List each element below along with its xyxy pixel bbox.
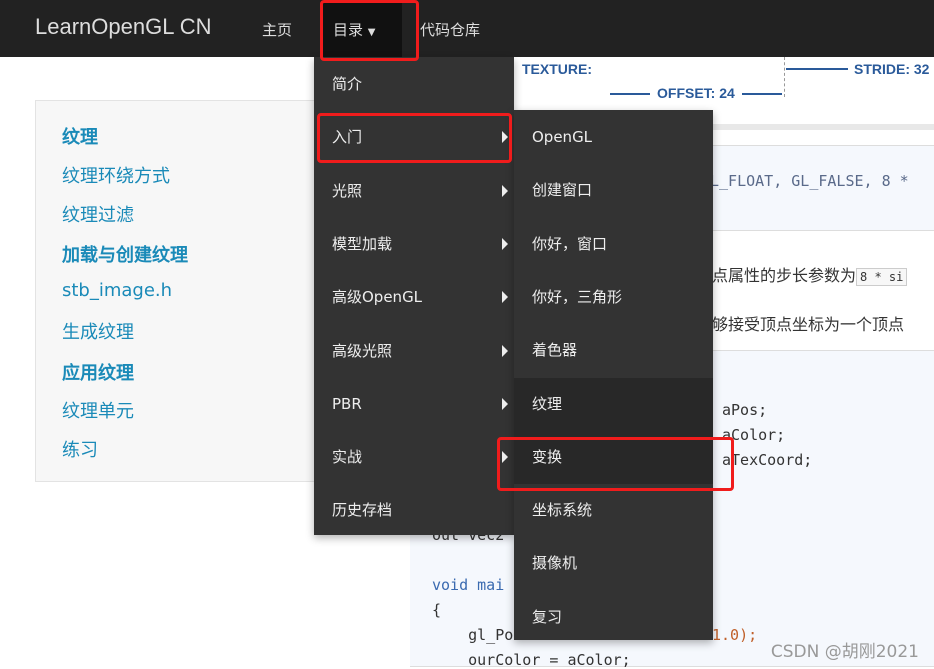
menu-item-label: 历史存档 <box>332 501 393 520</box>
diagram-offset-label: OFFSET: 24 <box>657 85 735 101</box>
menu-item-label: PBR <box>332 394 362 413</box>
submenu-item[interactable]: 你好，窗口 <box>514 218 713 271</box>
submenu-item[interactable]: 摄像机 <box>514 537 713 590</box>
code-line: { <box>432 601 442 619</box>
stride-line <box>786 68 848 70</box>
offset-arrow <box>742 93 782 95</box>
submenu-item[interactable]: 纹理 <box>514 377 713 431</box>
code-line: L_FLOAT, GL_FALSE, 8 * <box>710 172 909 190</box>
menu-item-label: 光照 <box>332 181 363 200</box>
highlight-box <box>320 0 419 61</box>
diagram-texture-label: TEXTURE: <box>522 61 592 77</box>
toc-link[interactable]: 纹理过滤 <box>62 201 134 227</box>
submenu-item[interactable]: 着色器 <box>514 324 713 377</box>
menu-item[interactable]: 光照 <box>314 165 514 218</box>
menu-item[interactable]: 高级OpenGL <box>314 271 514 324</box>
menu-item-label: 简介 <box>332 75 363 93</box>
intro-submenu: OpenGL 创建窗口 你好，窗口 你好，三角形 着色器 纹理 变换 坐标系统 摄像机 复习 <box>514 110 713 640</box>
toc-link[interactable]: 生成纹理 <box>62 318 134 344</box>
paragraph-text: 点属性的步长参数为 <box>712 266 857 285</box>
menu-item[interactable]: 历史存档 <box>314 484 514 537</box>
submenu-item[interactable]: 坐标系统 <box>514 484 713 537</box>
caret-right-icon <box>502 184 508 197</box>
code-line: aTexCoord; <box>722 451 813 469</box>
caret-right-icon <box>502 397 508 410</box>
caret-right-icon <box>502 344 508 357</box>
menu-item-label: 实战 <box>332 448 363 467</box>
offset-line <box>610 93 650 95</box>
toc-link[interactable]: 纹理单元 <box>62 397 134 423</box>
code-line: gl_Po <box>432 626 514 644</box>
toc-link[interactable]: 纹理 <box>62 123 98 149</box>
toc-link[interactable]: 应用纹理 <box>62 359 134 385</box>
watermark: CSDN @胡刚2021 <box>770 642 919 662</box>
menu-item-label: 模型加载 <box>332 234 393 253</box>
menu-item-label: 高级OpenGL <box>332 288 423 307</box>
code-line: ourColor = aColor; <box>432 651 631 669</box>
caret-right-icon <box>502 291 508 304</box>
menu-item[interactable]: 实战 <box>314 431 514 484</box>
highlight-box <box>317 113 512 163</box>
submenu-item[interactable]: 你好，三角形 <box>514 271 713 324</box>
submenu-item[interactable]: 创建窗口 <box>514 164 713 217</box>
code-line: void mai <box>432 576 505 594</box>
submenu-item[interactable]: OpenGL <box>514 111 713 164</box>
menu-item[interactable]: 模型加载 <box>314 218 514 271</box>
toc-sidebar: 纹理纹理环绕方式 纹理过滤加载与创建纹理 stb_image.h 生成纹理应用纹理纹理… <box>35 100 335 482</box>
menu-item-label: 高级光照 <box>332 341 393 360</box>
code-line: 1.0); <box>712 626 758 644</box>
highlight-box <box>497 437 734 491</box>
toc-link[interactable]: 练习 <box>62 436 98 462</box>
menu-item[interactable]: 高级光照 <box>314 325 514 378</box>
nav-home[interactable]: 主页 <box>262 19 292 40</box>
brand-logo[interactable]: LearnOpenGL CN <box>35 14 212 40</box>
caret-right-icon <box>502 237 508 250</box>
paragraph-1: 点属性的步长参数为 8 * si <box>712 262 908 286</box>
nav-repo[interactable]: 代码仓库 <box>420 19 480 40</box>
code-line: aPos; <box>722 401 768 419</box>
toc-link[interactable]: stb_image.h <box>62 280 172 301</box>
divider-line <box>784 57 785 97</box>
menu-item[interactable]: PBR <box>314 378 514 431</box>
paragraph-2: 够接受顶点坐标为一个顶点 <box>712 315 905 334</box>
toc-link[interactable]: 纹理环绕方式 <box>62 162 170 188</box>
submenu-item[interactable]: 复习 <box>514 591 713 644</box>
inline-code: 8 * si <box>856 268 908 286</box>
diagram-stride-label: STRIDE: 32 <box>854 61 930 77</box>
navbar: LearnOpenGL CN 主页 目录 ▼ 代码仓库 <box>0 0 934 57</box>
toc-link[interactable]: 加载与创建纹理 <box>62 241 188 267</box>
menu-item[interactable]: 简介 <box>314 58 514 111</box>
